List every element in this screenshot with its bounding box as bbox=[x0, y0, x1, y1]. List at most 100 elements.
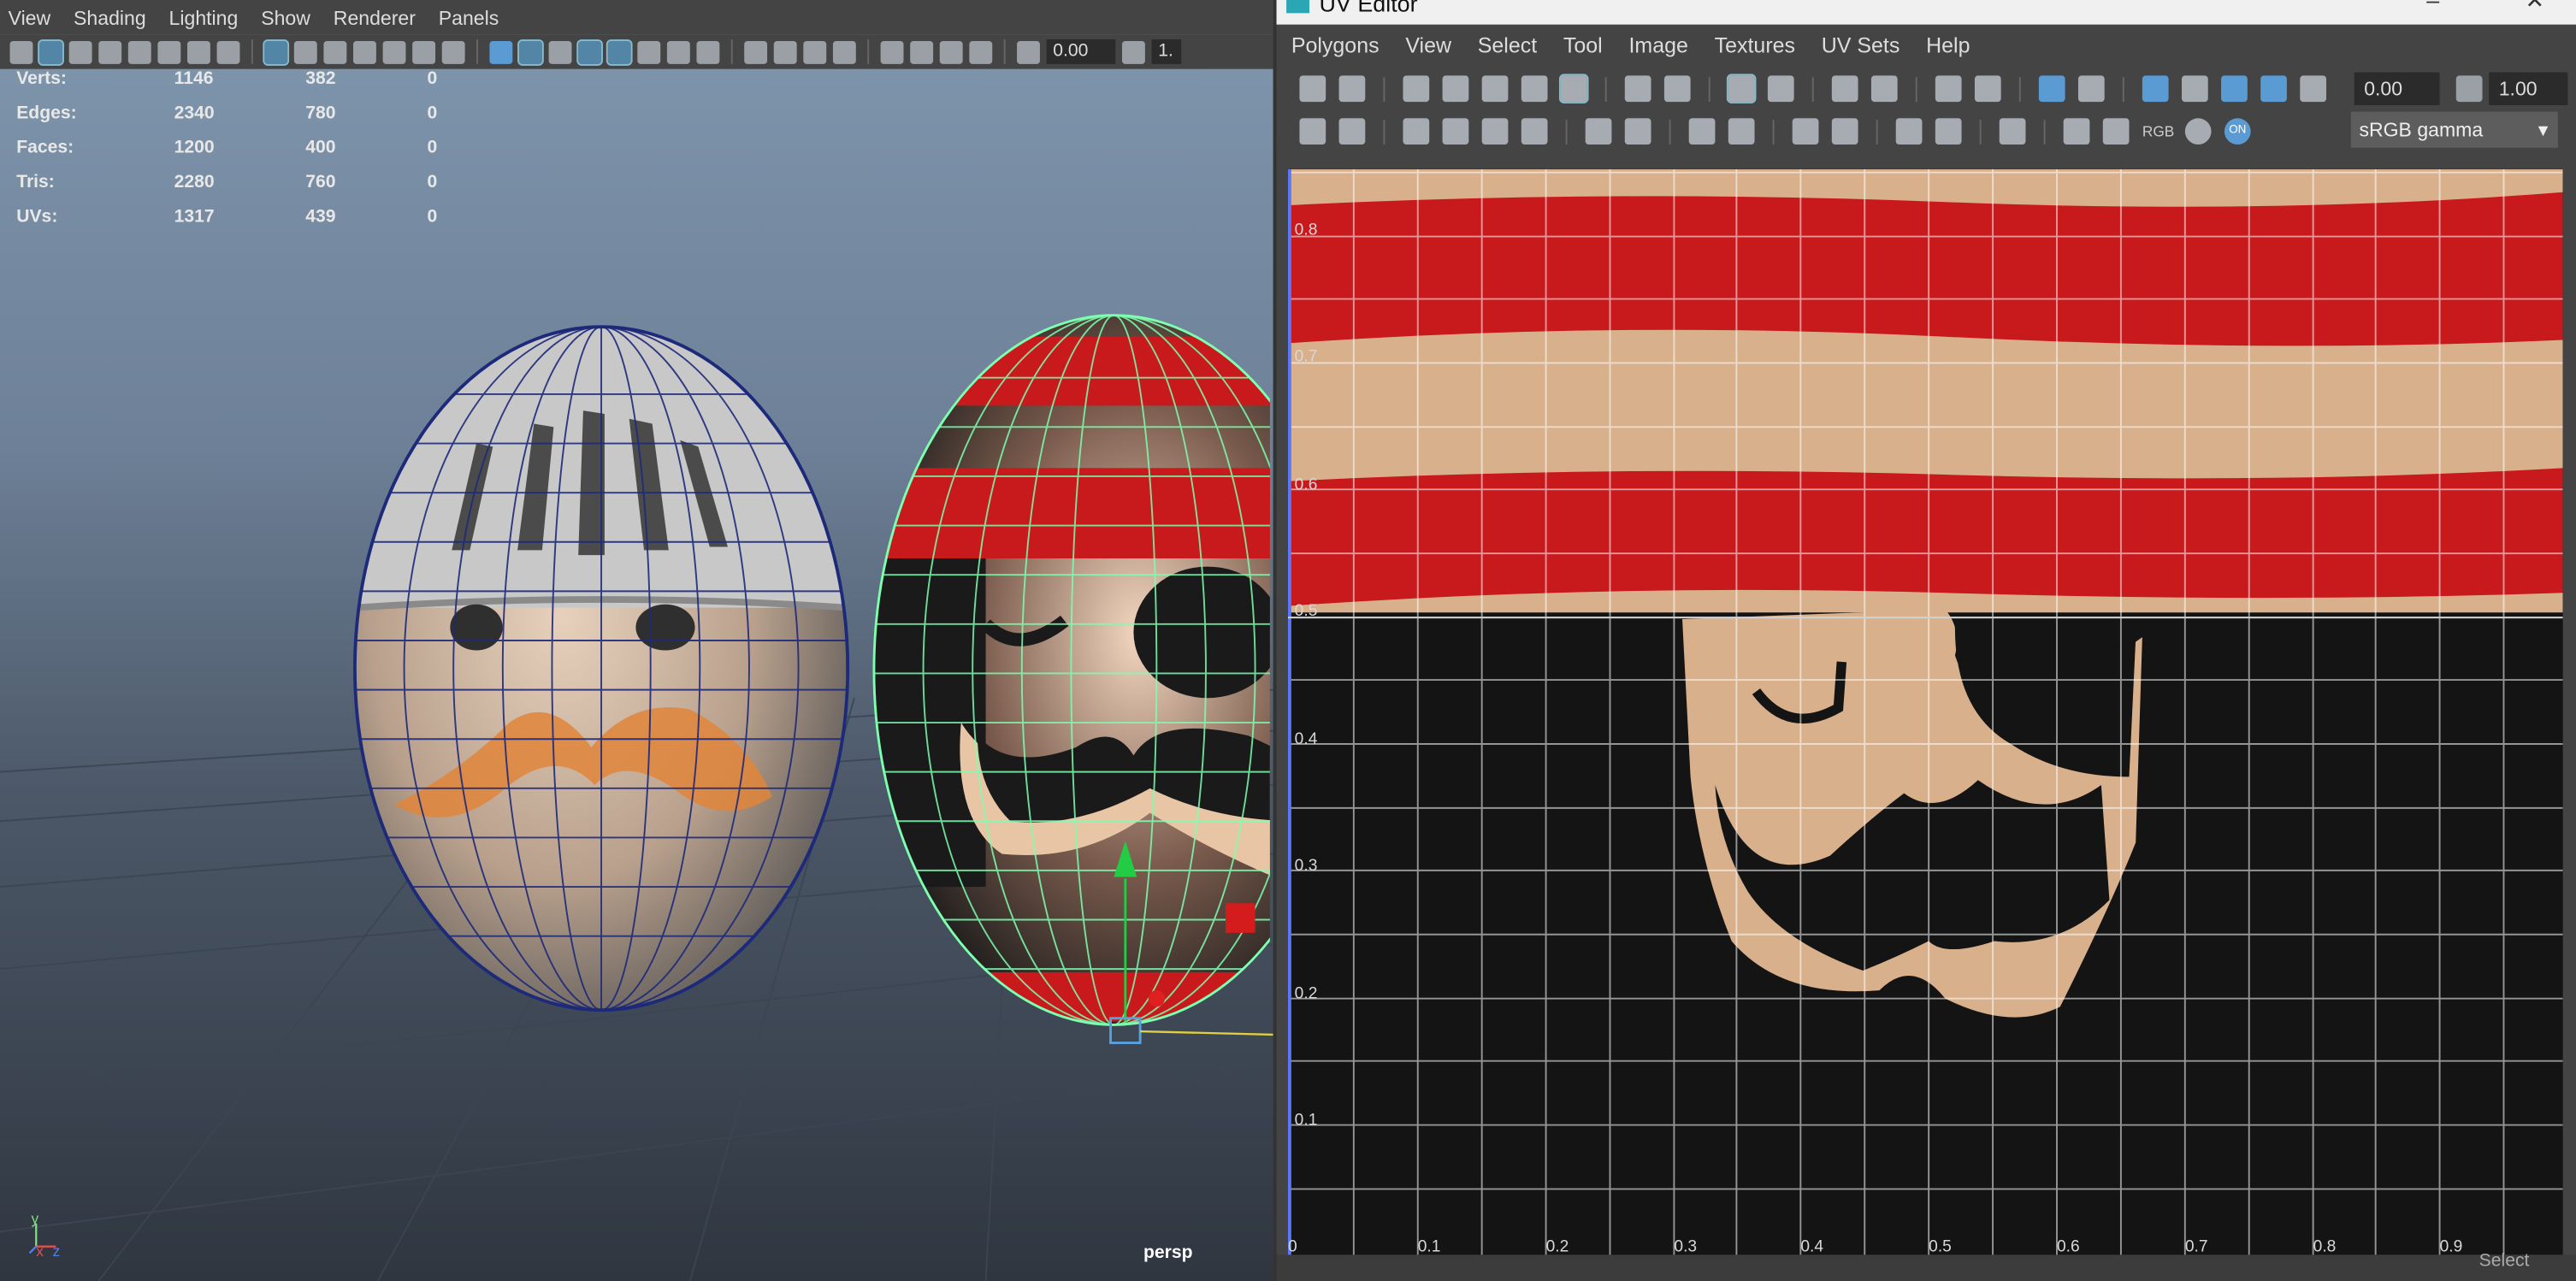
bookmark-icon[interactable] bbox=[98, 40, 122, 63]
menu-polygons[interactable]: Polygons bbox=[1286, 32, 1400, 57]
frame-selection-icon[interactable] bbox=[939, 40, 963, 63]
align-left-icon[interactable] bbox=[1831, 75, 1858, 103]
uv-tweak-icon[interactable] bbox=[1299, 118, 1326, 145]
smooth-shade-icon[interactable] bbox=[517, 38, 544, 65]
uv-texture-canvas[interactable]: 0.8 0.7 0.6 0.5 0.4 0.3 0.2 0.1 0 0.1 0.… bbox=[1287, 168, 2563, 1257]
grid-display-icon[interactable] bbox=[2142, 75, 2169, 103]
uv-distortion-icon[interactable] bbox=[2260, 75, 2287, 103]
minimize-icon[interactable]: – bbox=[2426, 0, 2439, 13]
frame-all-icon[interactable] bbox=[910, 40, 934, 63]
rotate-ccw-icon[interactable] bbox=[1585, 118, 1612, 145]
shaded-uv-icon[interactable] bbox=[2221, 75, 2248, 103]
gamma-field[interactable]: 1. bbox=[1151, 39, 1182, 64]
safe-title-icon[interactable] bbox=[441, 40, 465, 63]
uv-sew-icon[interactable] bbox=[1442, 75, 1469, 103]
uv-move-sew-icon[interactable] bbox=[1521, 75, 1548, 103]
menu-panels[interactable]: Panels bbox=[430, 6, 513, 29]
menu-view[interactable]: View bbox=[1401, 32, 1473, 57]
striped-egg-selected[interactable] bbox=[871, 314, 1273, 1026]
menu-textures[interactable]: Textures bbox=[1710, 32, 1817, 57]
uv-cut-icon[interactable] bbox=[1403, 75, 1430, 103]
xray-active-icon[interactable] bbox=[773, 40, 797, 63]
menu-select[interactable]: Select bbox=[1473, 32, 1558, 57]
texture-view-icon[interactable] bbox=[969, 40, 993, 63]
color-space-dropdown[interactable]: sRGB gamma ▾ bbox=[2350, 111, 2558, 148]
flip-v-icon[interactable] bbox=[1663, 75, 1691, 103]
gamma-icon[interactable] bbox=[1121, 40, 1145, 63]
align-right-icon[interactable] bbox=[1870, 75, 1898, 103]
menu-image[interactable]: Image bbox=[1624, 32, 1710, 57]
rotate-cw-icon[interactable] bbox=[1624, 118, 1651, 145]
wireframe-on-shaded-icon[interactable] bbox=[576, 38, 603, 65]
menu-shading[interactable]: Shading bbox=[65, 6, 161, 29]
shadows-icon[interactable] bbox=[666, 40, 690, 63]
menu-help[interactable]: Help bbox=[1921, 32, 1991, 57]
textured-icon[interactable] bbox=[606, 38, 633, 65]
uv-layout-icon[interactable] bbox=[1558, 74, 1589, 103]
unitize-icon[interactable] bbox=[1935, 118, 1962, 145]
lock-camera-icon[interactable] bbox=[38, 38, 64, 65]
uv-lattice-icon[interactable] bbox=[1521, 118, 1548, 145]
uv-freeze-icon[interactable] bbox=[1481, 118, 1509, 145]
exposure-field[interactable]: 0.00 bbox=[2354, 72, 2440, 105]
align-bottom-icon[interactable] bbox=[1792, 118, 1819, 145]
flip-u-icon[interactable] bbox=[1624, 75, 1651, 103]
dim-image-icon[interactable] bbox=[1999, 118, 2026, 145]
close-icon[interactable]: ✕ bbox=[2525, 0, 2544, 15]
image-plane-icon[interactable] bbox=[127, 40, 151, 63]
window-titlebar[interactable]: UV Editor – ✕ bbox=[1276, 0, 2576, 25]
pencil-icon[interactable] bbox=[216, 40, 240, 63]
isolate-select-icon[interactable] bbox=[880, 40, 904, 63]
menu-show[interactable]: Show bbox=[253, 6, 326, 29]
camera-attributes-icon[interactable] bbox=[68, 40, 92, 63]
resolution-gate-icon[interactable] bbox=[323, 40, 347, 63]
distribute-icon[interactable] bbox=[1935, 75, 1962, 103]
use-all-lights-icon[interactable] bbox=[637, 40, 661, 63]
menu-uv-sets[interactable]: UV Sets bbox=[1817, 32, 1921, 57]
uv-unfold-icon[interactable] bbox=[1481, 75, 1509, 103]
menu-renderer[interactable]: Renderer bbox=[325, 6, 430, 29]
gamma-icon[interactable] bbox=[2455, 75, 2483, 103]
wireframe-icon[interactable] bbox=[489, 40, 513, 63]
xray-icon[interactable] bbox=[744, 40, 768, 63]
knight-egg[interactable] bbox=[328, 312, 887, 1012]
ambient-occlusion-icon[interactable] bbox=[696, 40, 720, 63]
align-icon[interactable] bbox=[1726, 74, 1757, 103]
snap-points-icon[interactable] bbox=[1688, 118, 1716, 145]
exposure-field[interactable]: 0.00 bbox=[1046, 39, 1116, 64]
gamma-field[interactable]: 1.00 bbox=[2489, 72, 2568, 105]
color-management-toggle[interactable]: ON bbox=[2224, 118, 2251, 145]
refresh-icon[interactable] bbox=[2181, 75, 2208, 103]
exposure-icon[interactable] bbox=[1017, 40, 1040, 63]
safe-action-icon[interactable] bbox=[412, 40, 436, 63]
camera-icon[interactable] bbox=[9, 40, 33, 63]
grid-icon[interactable] bbox=[263, 38, 290, 65]
grid-snap-icon[interactable] bbox=[1767, 75, 1794, 103]
uv-pinch-icon[interactable] bbox=[1403, 118, 1430, 145]
default-material-icon[interactable] bbox=[548, 40, 572, 63]
menu-view[interactable]: View bbox=[0, 6, 65, 29]
2d-pan-zoom-icon[interactable] bbox=[186, 40, 210, 63]
exposure-icon[interactable] bbox=[2300, 75, 2327, 103]
film-gate-icon[interactable] bbox=[293, 40, 317, 63]
uv-pointer-icon[interactable] bbox=[1338, 118, 1366, 145]
perspective-viewport[interactable]: View Shading Lighting Show Renderer Pane… bbox=[0, 0, 1273, 1281]
snap-edges-icon[interactable] bbox=[1728, 118, 1755, 145]
grease-pencil-icon[interactable] bbox=[157, 40, 181, 63]
texture-borders-icon[interactable] bbox=[2063, 118, 2090, 145]
align-top-icon[interactable] bbox=[1831, 118, 1858, 145]
uv-smear-icon[interactable] bbox=[1442, 118, 1469, 145]
rgb-channel-button[interactable]: RGB bbox=[2142, 123, 2174, 139]
uv-shell-icon[interactable] bbox=[1338, 75, 1366, 103]
xray-joints-icon[interactable] bbox=[803, 40, 827, 63]
checker-icon[interactable] bbox=[2077, 75, 2105, 103]
uv-select-icon[interactable] bbox=[1299, 75, 1326, 103]
stack-icon[interactable] bbox=[1974, 75, 2001, 103]
menu-lighting[interactable]: Lighting bbox=[161, 6, 253, 29]
backface-icon[interactable] bbox=[832, 40, 856, 63]
pixel-snap-icon[interactable] bbox=[2102, 118, 2130, 145]
field-chart-icon[interactable] bbox=[382, 40, 406, 63]
alpha-channel-icon[interactable] bbox=[2184, 118, 2212, 145]
normalize-icon[interactable] bbox=[1895, 118, 1923, 145]
gate-mask-icon[interactable] bbox=[352, 40, 376, 63]
